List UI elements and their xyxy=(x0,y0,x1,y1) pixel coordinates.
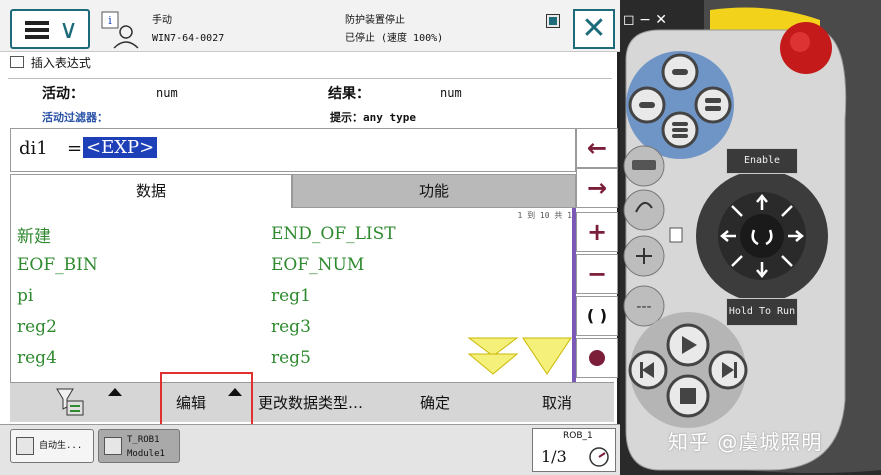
list-item[interactable]: EOF_NUM xyxy=(271,255,364,275)
active-filter-label[interactable]: 活动过滤器： xyxy=(42,109,108,125)
hamburger-icon xyxy=(25,21,49,39)
status-bar: ∨ i 手动 WIN7-64-0027 防护装置停止 已停止 (速度 100%)… xyxy=(0,0,620,52)
page-down-double-arrow-icon[interactable] xyxy=(467,337,519,375)
change-data-type-button[interactable]: 更改数据类型… xyxy=(258,392,363,413)
hint-text: 提示：any type xyxy=(330,111,416,124)
ok-button[interactable]: 确定 xyxy=(420,392,450,413)
active-label: 活动： xyxy=(42,86,84,102)
mode-info: 手动 WIN7-64-0027 xyxy=(152,12,224,48)
watermark: 知乎 @虞城照明 xyxy=(668,430,823,454)
filter-menu-up-icon xyxy=(108,388,122,396)
cursor-right-button[interactable]: → xyxy=(576,168,618,208)
preset-key-2[interactable] xyxy=(628,86,666,124)
active-value: num xyxy=(156,86,178,100)
stop-key[interactable] xyxy=(666,374,710,418)
step-forward-key[interactable] xyxy=(708,350,748,390)
list-item[interactable]: reg4 xyxy=(17,348,57,368)
subtract-button[interactable]: − xyxy=(576,254,618,294)
app-window-icon xyxy=(16,437,34,455)
expression-variable: di1 xyxy=(19,138,48,159)
cursor-left-button[interactable]: ← xyxy=(576,128,618,168)
list-item[interactable]: reg3 xyxy=(271,317,311,337)
increment-key[interactable]: --- xyxy=(623,285,665,327)
chevron-down-icon: ∨ xyxy=(58,15,78,45)
mode-label: 手动 xyxy=(152,15,172,26)
hold-to-run-label: Hold To Run xyxy=(726,298,798,326)
svg-text:i: i xyxy=(108,14,112,27)
result-value: num xyxy=(440,86,462,100)
toggle-motion-mode-key[interactable] xyxy=(623,189,665,231)
record-button[interactable] xyxy=(576,338,618,378)
emergency-stop-button[interactable] xyxy=(780,22,832,74)
close-button[interactable]: ✕ xyxy=(573,9,615,49)
quickset-icon[interactable] xyxy=(546,14,560,28)
result-label: 结果： xyxy=(328,86,370,102)
operator-status-icon[interactable]: i xyxy=(100,10,140,50)
cancel-button[interactable]: 取消 xyxy=(542,392,572,413)
list-item[interactable]: 新建 xyxy=(17,222,51,247)
start-key[interactable] xyxy=(666,323,710,367)
task-rob-line1: T_ROB1 xyxy=(127,435,160,445)
task-auto-generate[interactable]: 自动生... xyxy=(10,429,94,463)
expression-info: 活动： num 结果： num 活动过滤器： 提示：any type xyxy=(8,78,612,126)
list-item[interactable]: reg1 xyxy=(271,286,311,306)
add-button[interactable]: + xyxy=(576,212,618,252)
rob-id: ROB_1 xyxy=(563,431,593,441)
system-name: WIN7-64-0027 xyxy=(152,33,225,44)
enable-device-indicator xyxy=(669,227,683,243)
speed-fraction: 1/3 xyxy=(541,447,567,466)
enable-label: Enable xyxy=(726,148,798,174)
task-auto-label: 自动生... xyxy=(39,441,83,451)
joystick[interactable] xyxy=(696,170,828,302)
preset-key-3[interactable] xyxy=(694,86,732,124)
expression-placeholder[interactable]: <EXP> xyxy=(83,137,158,158)
expression-equals: = xyxy=(67,138,83,159)
page-indicator: 1 到 10 共 1 xyxy=(517,211,572,220)
run-status: 已停止 (速度 100%) xyxy=(345,33,444,44)
list-item[interactable]: EOF_BIN xyxy=(17,255,98,275)
record-icon xyxy=(589,350,605,366)
mechanical-unit-indicator[interactable]: ROB_1 1/3 xyxy=(532,428,616,472)
page-title-text: 插入表达式 xyxy=(30,56,91,70)
list-item[interactable]: reg5 xyxy=(271,348,311,368)
expression-editor[interactable]: di1 = <EXP> xyxy=(10,128,576,172)
program-icon xyxy=(10,56,24,68)
program-window-icon xyxy=(104,437,122,455)
flexpendant-screen: ∨ i 手动 WIN7-64-0027 防护装置停止 已停止 (速度 100%)… xyxy=(0,0,620,475)
step-backward-key[interactable] xyxy=(628,350,668,390)
tab-functions[interactable]: 功能 xyxy=(292,174,576,208)
parentheses-button[interactable]: ( ) xyxy=(576,296,618,336)
main-menu-button[interactable]: ∨ xyxy=(10,9,90,49)
window-controls[interactable]: ◻ − ✕ xyxy=(623,12,667,28)
preset-key-1[interactable] xyxy=(661,53,699,91)
pendant-hardware: --- xyxy=(620,0,881,475)
list-item[interactable]: reg2 xyxy=(17,317,57,337)
speed-dial-icon xyxy=(589,447,609,467)
data-list: 1 到 10 共 1 新建 END_OF_LIST EOF_BIN EOF_NU… xyxy=(10,208,576,382)
page-title: 插入表达式 xyxy=(10,54,91,72)
task-rob-line2: Module1 xyxy=(127,449,165,459)
select-mechanical-unit-key[interactable] xyxy=(623,145,665,187)
svg-text:---: --- xyxy=(636,299,651,315)
highlight-frame xyxy=(160,372,253,432)
safety-status: 防护装置停止 xyxy=(345,15,405,26)
preset-key-4[interactable] xyxy=(661,111,699,149)
scroll-down-arrow-icon[interactable] xyxy=(522,337,572,375)
controller-state: 防护装置停止 已停止 (速度 100%) xyxy=(345,12,443,48)
toggle-increment-key[interactable] xyxy=(623,235,665,277)
scroll-arrows xyxy=(467,337,572,375)
list-item[interactable]: END_OF_LIST xyxy=(271,224,396,244)
task-program-editor[interactable]: T_ROB1 Module1 xyxy=(98,429,180,463)
filter-icon[interactable] xyxy=(55,387,85,417)
command-bar: 编辑 更改数据类型… 确定 取消 xyxy=(10,382,614,422)
taskbar: 自动生... T_ROB1 Module1 ROB_1 1/3 xyxy=(0,424,620,475)
list-item[interactable]: pi xyxy=(17,286,33,306)
tab-data[interactable]: 数据 xyxy=(10,174,292,208)
